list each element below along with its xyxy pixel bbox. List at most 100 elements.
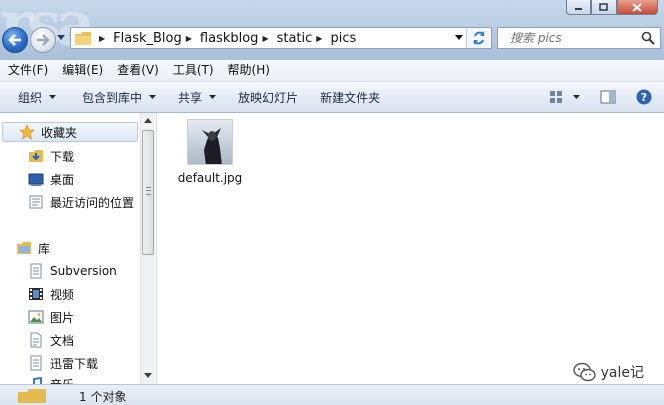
menu-help[interactable]: 帮助(H)	[220, 60, 276, 81]
address-dropdown-icon[interactable]	[455, 35, 463, 40]
nav-recent-places[interactable]: 最近访问的位置	[28, 192, 134, 212]
breadcrumb-pics[interactable]: ▶ pics	[312, 28, 356, 48]
breadcrumb-separator-icon: ▶	[262, 33, 269, 43]
nav-favorites[interactable]: 收藏夹	[2, 122, 138, 142]
search-icon[interactable]	[641, 31, 655, 45]
share-button[interactable]: 共享	[170, 82, 224, 112]
share-label: 共享	[178, 90, 203, 105]
nav-downloads-label: 下载	[50, 149, 75, 164]
thunder-library-icon	[28, 355, 44, 371]
preview-pane-button[interactable]	[596, 85, 620, 109]
nav-desktop[interactable]: 桌面	[28, 169, 74, 189]
desktop-icon	[28, 171, 44, 187]
window-controls	[566, 0, 659, 15]
maximize-icon	[599, 3, 609, 11]
nav-subversion[interactable]: Subversion	[28, 261, 117, 281]
include-in-library-button[interactable]: 包含到库中	[74, 82, 164, 112]
arrow-right-icon	[37, 34, 50, 46]
organize-label: 组织	[18, 90, 43, 105]
file-item[interactable]: default.jpg	[175, 119, 245, 185]
preview-pane-icon	[600, 90, 616, 104]
downloads-folder-icon	[28, 148, 44, 164]
view-options-dropdown-icon[interactable]	[573, 95, 580, 99]
nav-thunder-downloads-label: 迅雷下载	[50, 356, 99, 371]
new-folder-button[interactable]: 新建文件夹	[312, 82, 388, 112]
search-box	[497, 27, 661, 49]
nav-thunder-downloads[interactable]: 迅雷下载	[28, 353, 98, 373]
nav-documents[interactable]: 文档	[28, 330, 74, 350]
pictures-icon	[28, 309, 44, 325]
nav-libraries[interactable]: 库	[16, 238, 50, 258]
help-icon: ?	[636, 89, 652, 105]
organize-button[interactable]: 组织	[10, 82, 64, 112]
refresh-icon	[473, 31, 485, 45]
slideshow-label: 放映幻灯片	[238, 90, 299, 105]
nav-music[interactable]: 音乐	[28, 374, 74, 384]
chevron-down-icon	[209, 95, 217, 99]
close-button[interactable]	[616, 0, 659, 15]
refresh-button[interactable]	[466, 28, 491, 48]
arrow-left-icon	[8, 34, 21, 46]
new-folder-label: 新建文件夹	[320, 90, 381, 105]
breadcrumb-flaskblog[interactable]: ▶ flaskblog	[182, 28, 259, 48]
wechat-icon	[572, 362, 596, 382]
svg-text:?: ?	[641, 91, 647, 104]
menu-view[interactable]: 查看(V)	[109, 60, 165, 81]
image-thumbnail	[187, 119, 233, 165]
figure-thumbnail-icon	[188, 120, 232, 164]
menu-bar: 文件(F) 编辑(E) 查看(V) 工具(T) 帮助(H)	[0, 60, 664, 82]
command-bar: 组织 包含到库中 共享 放映幻灯片 新建文件夹 ?	[0, 82, 664, 113]
subversion-library-icon	[28, 263, 44, 279]
chevron-down-icon	[149, 95, 157, 99]
help-button[interactable]: ?	[632, 85, 656, 109]
menu-file[interactable]: 文件(F)	[0, 60, 54, 81]
nav-desktop-label: 桌面	[50, 172, 75, 187]
breadcrumb-flask-blog[interactable]: ▶ Flask_Blog	[95, 28, 182, 48]
address-bar[interactable]: ▶ Flask_Blog ▶ flaskblog ▶ static ▶ pics	[70, 27, 492, 49]
minimize-icon	[575, 8, 583, 10]
change-view-button[interactable]	[545, 85, 569, 109]
folder-icon	[75, 31, 91, 45]
nav-pictures[interactable]: 图片	[28, 307, 74, 327]
title-bar: rsa ▶Flask_Blog ▶flaskblog ▶static ▶pics	[0, 0, 664, 60]
scroll-down-icon[interactable]	[144, 373, 152, 378]
scroll-up-icon[interactable]	[144, 118, 152, 123]
slideshow-button[interactable]: 放映幻灯片	[230, 82, 306, 112]
maximize-button[interactable]	[591, 0, 617, 15]
nav-videos[interactable]: 视频	[28, 284, 74, 304]
include-in-library-label: 包含到库中	[82, 90, 143, 105]
nav-music-label: 音乐	[50, 376, 74, 385]
navigation-scrollbar[interactable]	[140, 113, 155, 384]
menu-tools[interactable]: 工具(T)	[165, 60, 220, 81]
scrollbar-thumb[interactable]	[142, 130, 154, 255]
search-input[interactable]	[508, 28, 642, 48]
nav-downloads[interactable]: 下载	[28, 146, 74, 166]
music-icon	[28, 376, 44, 384]
libraries-icon	[16, 240, 32, 256]
file-name: default.jpg	[177, 171, 243, 185]
breadcrumb-separator-icon: ▶	[316, 33, 323, 43]
nav-documents-label: 文档	[50, 333, 75, 348]
nav-videos-label: 视频	[50, 287, 75, 302]
chevron-down-icon	[49, 95, 57, 99]
menu-edit[interactable]: 编辑(E)	[54, 60, 109, 81]
recent-pages-dropdown[interactable]	[57, 35, 65, 40]
file-view: default.jpg yale记	[157, 113, 664, 384]
back-button[interactable]	[2, 27, 28, 53]
forward-button[interactable]	[30, 27, 56, 53]
close-icon	[632, 2, 642, 12]
nav-subversion-label: Subversion	[50, 264, 117, 278]
recent-places-icon	[28, 194, 44, 210]
nav-pictures-label: 图片	[50, 310, 75, 325]
video-icon	[28, 286, 44, 302]
breadcrumb-static[interactable]: ▶ static	[258, 28, 312, 48]
minimize-button[interactable]	[566, 0, 592, 15]
item-count: 1 个对象	[79, 390, 127, 404]
breadcrumb-separator-icon: ▶	[99, 33, 106, 43]
documents-icon	[28, 332, 44, 348]
nav-favorites-label: 收藏夹	[41, 125, 78, 140]
nav-libraries-label: 库	[38, 241, 51, 256]
folder-icon	[18, 389, 46, 403]
nav-recent-places-label: 最近访问的位置	[50, 195, 135, 210]
star-icon	[19, 124, 35, 140]
